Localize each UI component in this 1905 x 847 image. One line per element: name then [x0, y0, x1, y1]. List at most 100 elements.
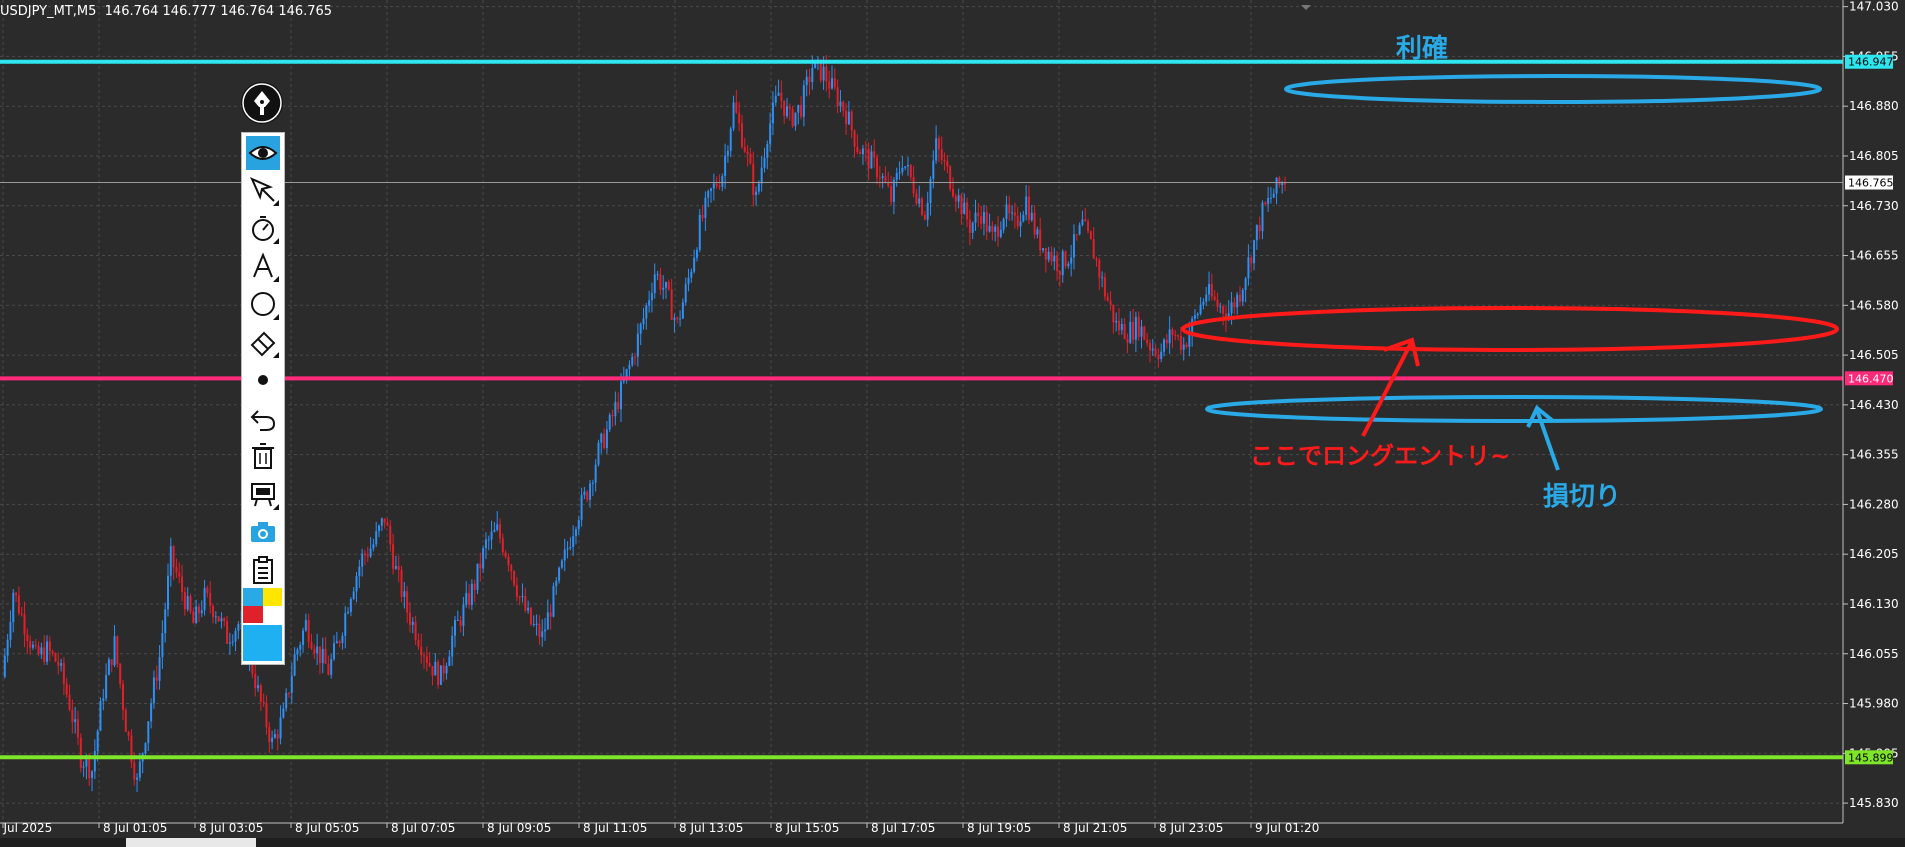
color-swatch-blue[interactable]	[243, 588, 263, 606]
bear-candle	[912, 177, 915, 194]
bull-candle	[901, 167, 904, 173]
bear-candle	[37, 645, 40, 655]
color-swatch-red[interactable]	[243, 606, 263, 623]
y-tick-label: 146.430	[1849, 398, 1899, 412]
camera-icon[interactable]	[246, 515, 280, 549]
bear-candle	[876, 157, 879, 178]
bull-candle	[811, 68, 814, 83]
bull-candle	[470, 583, 473, 605]
circle-icon[interactable]	[246, 287, 280, 321]
bull-candle	[1196, 313, 1199, 316]
bull-candle	[321, 648, 324, 664]
bear-candle	[116, 636, 119, 664]
cursor-icon[interactable]	[246, 173, 280, 207]
bear-candle	[507, 556, 510, 566]
bull-candle	[1202, 301, 1205, 305]
bear-candle	[68, 694, 71, 710]
bull-candle	[695, 249, 698, 258]
bear-candle	[836, 87, 839, 107]
y-tick-label: 146.655	[1849, 249, 1899, 263]
bull-candle	[580, 495, 583, 520]
text-icon[interactable]	[246, 249, 280, 283]
bear-candle	[980, 216, 983, 224]
color-swatch-yellow[interactable]	[263, 588, 282, 606]
bull-candle	[394, 566, 397, 569]
bull-candle	[535, 623, 538, 625]
bull-candle	[636, 333, 639, 357]
bull-candle	[136, 777, 139, 780]
color-swatch-white[interactable]	[263, 606, 282, 623]
bull-candle	[1025, 196, 1028, 215]
bear-candle	[408, 612, 411, 625]
y-tick-label: 145.830	[1849, 796, 1899, 810]
price-chart[interactable]: 147.030146.955146.880146.805146.730146.6…	[0, 0, 1905, 847]
bear-candle	[437, 661, 440, 685]
bear-candle	[26, 634, 29, 641]
bear-candle	[867, 148, 870, 169]
bull-candle	[113, 636, 116, 666]
y-tick-label: 145.980	[1849, 697, 1899, 711]
bull-candle	[285, 692, 288, 709]
x-tick-label: 9 Jul 01:20	[1255, 821, 1319, 835]
bull-candle	[490, 531, 493, 540]
bull-candle	[583, 491, 586, 496]
bull-candle	[186, 595, 189, 610]
bull-candle	[597, 442, 600, 465]
bull-candle	[372, 544, 375, 549]
bear-candle	[1087, 221, 1090, 232]
bull-candle	[487, 539, 490, 541]
bear-candle	[951, 189, 954, 197]
bull-candle	[1205, 294, 1208, 302]
timer-icon[interactable]	[246, 211, 280, 245]
bear-candle	[845, 111, 848, 125]
bear-candle	[265, 702, 268, 728]
pen-logo-icon[interactable]	[241, 82, 283, 124]
eraser-icon[interactable]	[246, 325, 280, 359]
undo-icon[interactable]	[246, 401, 280, 435]
bear-candle	[318, 646, 321, 664]
clipboard-icon[interactable]	[246, 553, 280, 587]
bear-candle	[808, 76, 811, 83]
bull-candle	[552, 586, 555, 617]
bull-candle	[257, 685, 260, 689]
bull-candle	[214, 616, 217, 618]
bear-candle	[71, 709, 74, 723]
bull-candle	[355, 576, 358, 592]
bear-candle	[667, 282, 670, 290]
bear-candle	[223, 618, 226, 622]
bear-candle	[420, 646, 423, 656]
bear-candle	[780, 92, 783, 101]
price-tag-current-text: 146.765	[1848, 177, 1894, 190]
bull-candle	[650, 293, 653, 301]
bull-candle	[46, 641, 49, 662]
eye-icon[interactable]	[246, 136, 280, 170]
trash-icon[interactable]	[246, 439, 280, 473]
entry-label: ここでロングエントリ~	[1250, 442, 1511, 470]
bull-candle	[653, 274, 656, 294]
bear-candle	[119, 663, 122, 684]
dot-icon[interactable]	[246, 363, 280, 397]
bear-candle	[833, 78, 836, 88]
y-tick-label: 146.205	[1849, 547, 1899, 561]
bear-candle	[34, 644, 37, 646]
bear-candle	[262, 701, 265, 703]
projector-icon[interactable]	[246, 477, 280, 511]
selected-color[interactable]	[243, 625, 282, 661]
bull-candle	[560, 560, 563, 568]
price-tag-take-profit: 146.947	[1845, 54, 1894, 69]
bull-candle	[707, 191, 710, 198]
bear-candle	[217, 616, 220, 622]
bear-candle	[1250, 257, 1253, 264]
bull-candle	[532, 624, 535, 626]
bull-candle	[1053, 255, 1056, 262]
bear-candle	[79, 737, 82, 768]
bear-candle	[1112, 304, 1115, 323]
bear-candle	[1123, 323, 1126, 340]
bull-candle	[1255, 225, 1258, 241]
bull-candle	[982, 212, 985, 224]
bull-candle	[994, 226, 997, 232]
bull-candle	[1269, 197, 1272, 199]
bear-candle	[1016, 215, 1019, 227]
bull-candle	[102, 698, 105, 701]
chart-tab[interactable]	[126, 838, 256, 847]
